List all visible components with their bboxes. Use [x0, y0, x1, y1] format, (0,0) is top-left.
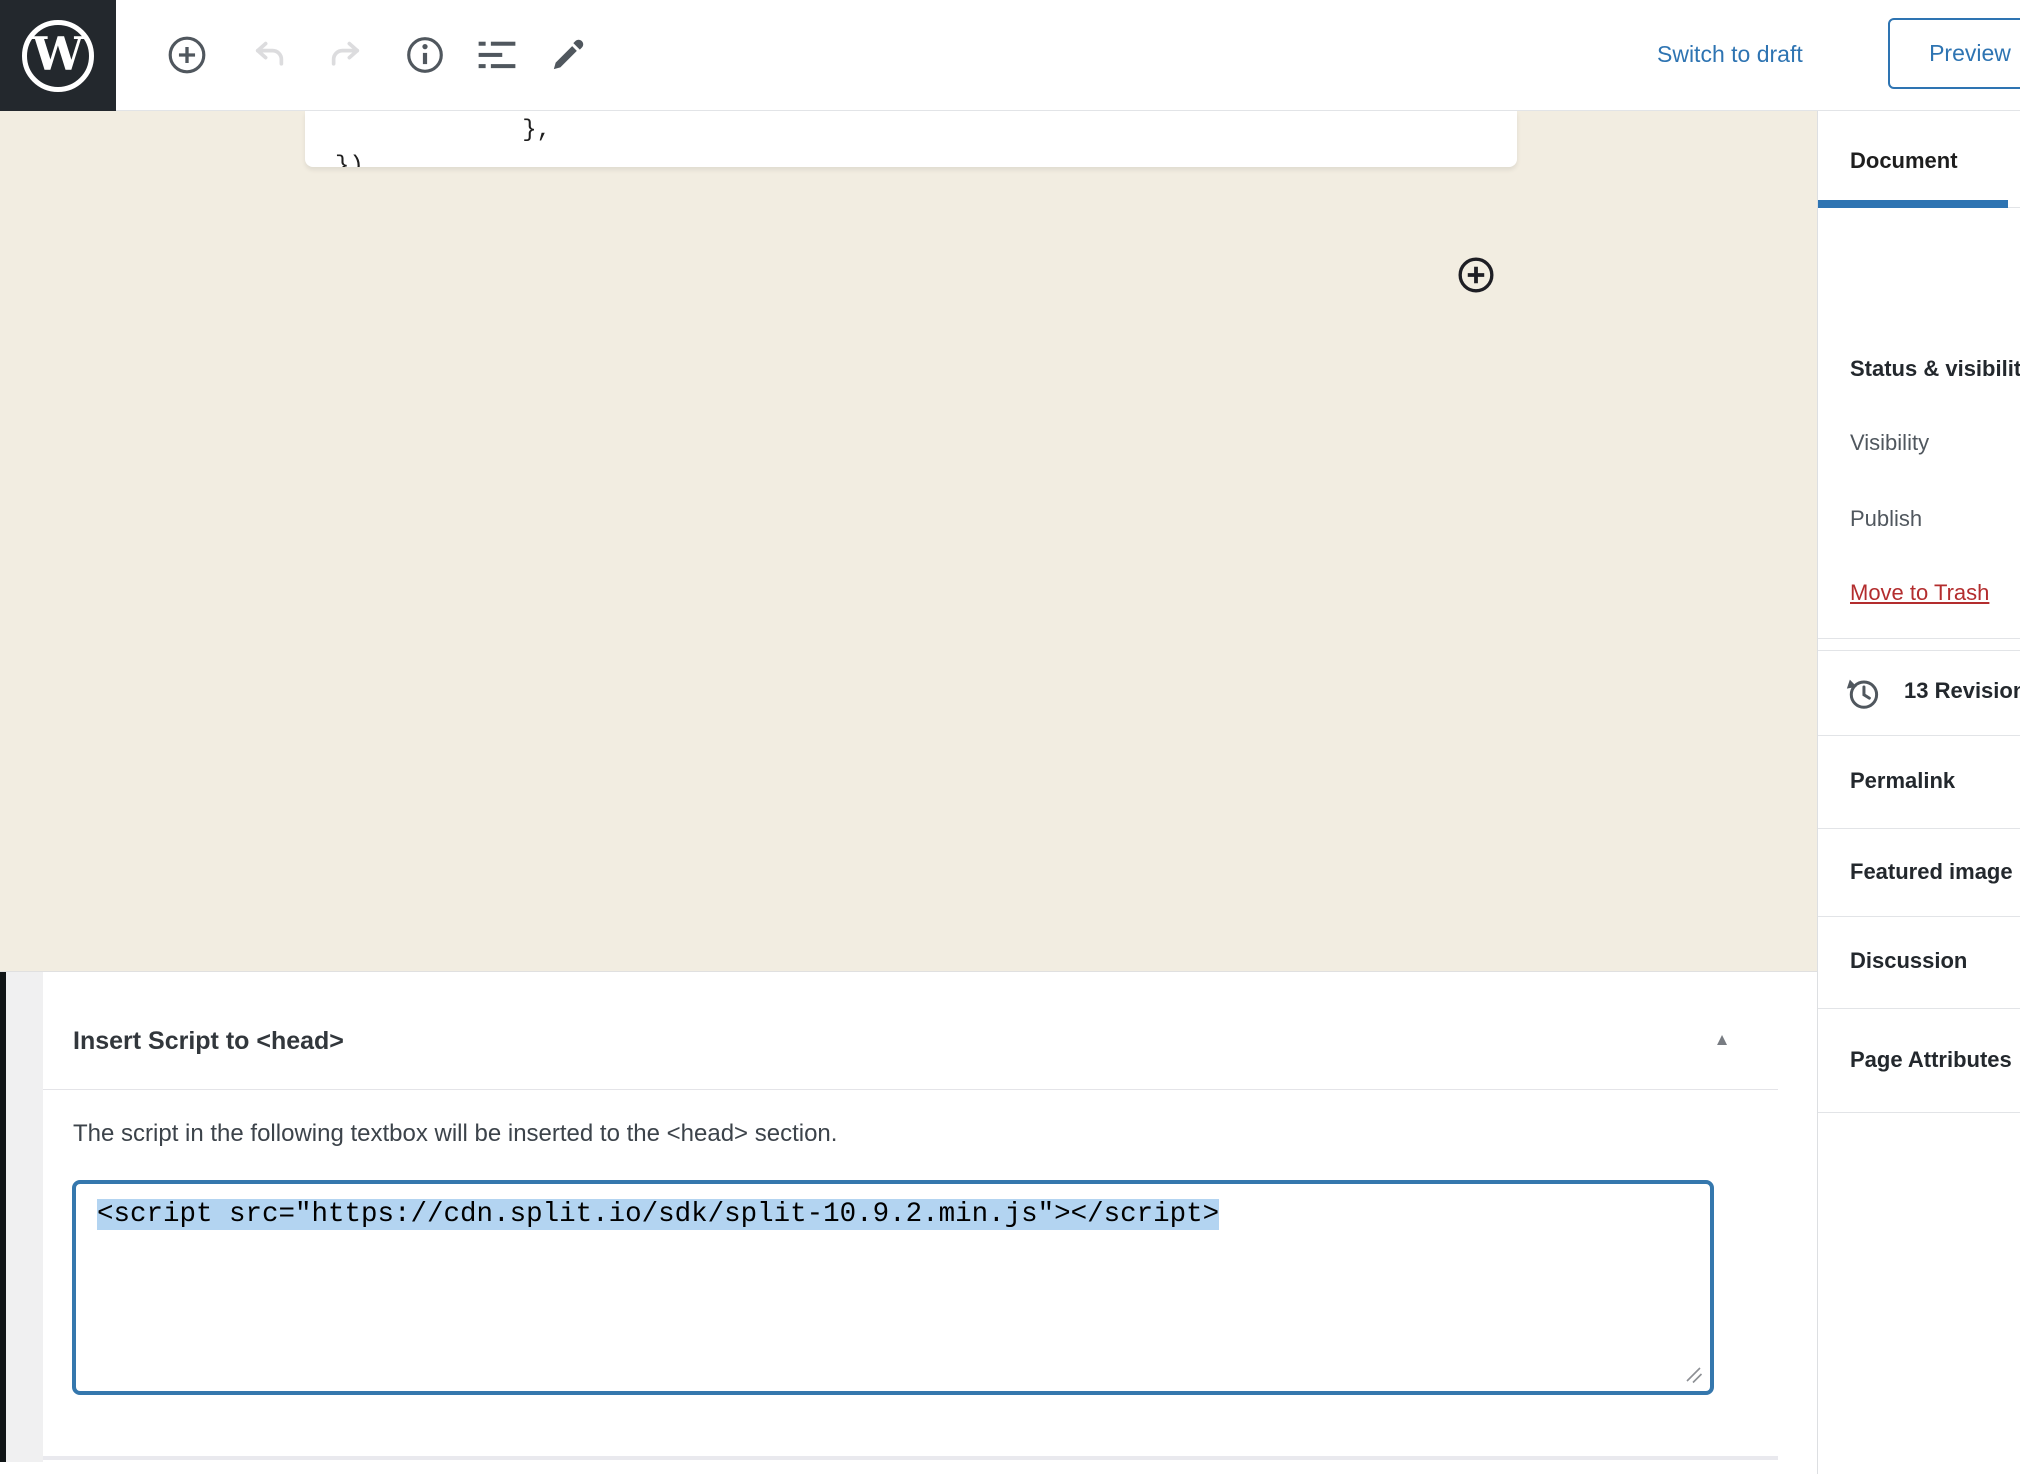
code-block-text: }, }) — [305, 111, 1517, 167]
wordpress-logo-button[interactable]: W — [0, 0, 116, 111]
editor-mode-button[interactable] — [544, 31, 592, 79]
metabox-description: The script in the following textbox will… — [73, 1120, 837, 1148]
panel-discussion[interactable]: Discussion — [1818, 917, 2020, 1009]
pencil-icon — [548, 35, 588, 75]
tab-document-label: Document — [1850, 148, 1958, 174]
move-to-trash-link[interactable]: Move to Trash — [1850, 580, 1989, 606]
wordpress-w: W — [32, 31, 84, 77]
panel-featured-image[interactable]: Featured image — [1818, 829, 2020, 917]
revisions-row[interactable]: 13 Revisions — [1818, 650, 2020, 736]
undo-button[interactable] — [246, 31, 294, 79]
metabox-gutter — [6, 972, 43, 1462]
editor-toolbar: W — [0, 0, 2020, 111]
metabox-area: Insert Script to <head> ▲ The script in … — [0, 972, 1817, 1474]
visibility-label: Visibility — [1850, 430, 1929, 456]
redo-button[interactable] — [321, 31, 369, 79]
add-block-button[interactable] — [163, 31, 211, 79]
info-icon — [404, 34, 446, 76]
plus-circle-icon — [1457, 256, 1495, 294]
tab-document[interactable]: Document — [1818, 111, 2008, 208]
page-attributes-label: Page Attributes — [1850, 1047, 2012, 1073]
wordpress-editor: W — [0, 0, 2020, 1474]
insert-script-metabox: Insert Script to <head> ▲ The script in … — [43, 972, 1778, 1458]
block-navigation-button[interactable] — [473, 31, 521, 79]
metabox-bottom-divider — [43, 1456, 1778, 1460]
script-text: <script src="https://cdn.split.io/sdk/sp… — [97, 1197, 1219, 1233]
selected-script-text: <script src="https://cdn.split.io/sdk/sp… — [97, 1199, 1219, 1230]
active-tab-indicator — [1818, 200, 2008, 208]
publish-label: Publish — [1850, 506, 1922, 532]
revisions-label: 13 Revisions — [1904, 678, 2020, 704]
content-structure-button[interactable] — [401, 31, 449, 79]
permalink-label: Permalink — [1850, 768, 1955, 794]
panel-divider — [1818, 638, 2020, 639]
resize-handle[interactable] — [1682, 1363, 1706, 1387]
collapse-toggle-button[interactable]: ▲ — [1702, 1020, 1742, 1060]
switch-to-draft-link[interactable]: Switch to draft — [1657, 41, 1803, 68]
collapse-arrow-icon: ▲ — [1714, 1030, 1731, 1049]
featured-image-label: Featured image — [1850, 859, 2013, 885]
preview-button[interactable]: Preview — [1888, 18, 2020, 89]
editor-canvas: }, }) — [0, 111, 1817, 972]
plus-circle-icon — [166, 34, 208, 76]
history-clock-icon — [1844, 675, 1882, 713]
wordpress-logo-icon: W — [22, 20, 94, 92]
metabox-title: Insert Script to <head> — [73, 1027, 344, 1056]
block-inserter-button[interactable] — [1457, 256, 1495, 294]
list-view-icon — [476, 34, 518, 76]
status-visibility-heading: Status & visibility — [1850, 356, 2020, 382]
undo-icon — [249, 34, 291, 76]
sidebar-tabs: Document — [1818, 111, 2020, 208]
script-textarea[interactable]: <script src="https://cdn.split.io/sdk/sp… — [72, 1180, 1714, 1395]
code-block[interactable]: }, }) — [305, 111, 1517, 167]
settings-sidebar: Document Status & visibility Visibility … — [1817, 111, 2020, 1474]
redo-icon — [324, 34, 366, 76]
discussion-label: Discussion — [1850, 948, 1967, 974]
panel-page-attributes[interactable]: Page Attributes — [1818, 1009, 2020, 1113]
panel-permalink[interactable]: Permalink — [1818, 736, 2020, 829]
metabox-header[interactable]: Insert Script to <head> ▲ — [43, 972, 1778, 1090]
